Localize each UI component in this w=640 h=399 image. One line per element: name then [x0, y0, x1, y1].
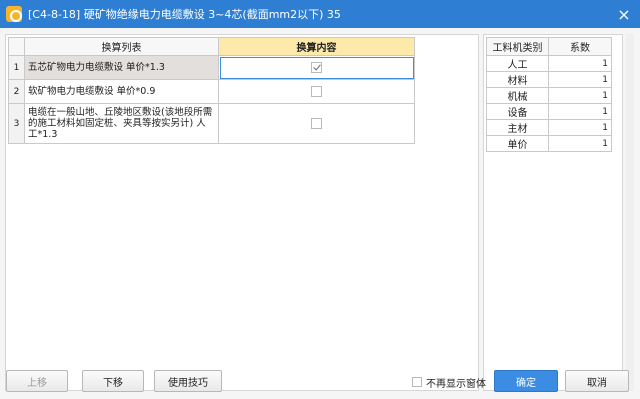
- conversion-checkbox-cell[interactable]: [218, 79, 415, 104]
- table-row[interactable]: 2 软矿物电力电缆敷设 单价*0.9: [8, 79, 415, 104]
- app-logo-icon: [6, 6, 22, 22]
- vertical-scrollbar[interactable]: [626, 34, 634, 391]
- move-up-button[interactable]: 上移: [6, 370, 68, 392]
- conversion-checkbox[interactable]: [311, 117, 322, 129]
- dont-show-checkbox[interactable]: [412, 377, 422, 387]
- coefficient-header: 系数: [548, 37, 612, 56]
- coefficient-value[interactable]: 1: [548, 103, 612, 120]
- usage-tips-button[interactable]: 使用技巧: [154, 370, 222, 392]
- dont-show-option[interactable]: 不再显示窗体: [412, 375, 486, 390]
- conversion-description: 软矿物电力电缆敷设 单价*0.9: [24, 79, 219, 104]
- conversion-description: 电缆在一般山地、丘陵地区敷设(该地段所需的施工材料如固定桩、夹具等按实另计) 人…: [24, 103, 219, 144]
- conversion-checkbox[interactable]: [311, 85, 322, 97]
- conversion-table: 换算列表 换算内容 1 五芯矿物电力电缆敷设 单价*1.3 2 软矿物电力电缆敷…: [8, 37, 415, 144]
- coefficient-panel: 工料机类别 系数 人工 1 材料 1 机械 1 设备 1 主材 1 单价 1: [483, 34, 623, 391]
- table-row: 单价 1: [486, 135, 612, 152]
- coefficient-value[interactable]: 1: [548, 119, 612, 136]
- dialog-body: 换算列表 换算内容 1 五芯矿物电力电缆敷设 单价*1.3 2 软矿物电力电缆敷…: [0, 28, 640, 399]
- coefficient-value[interactable]: 1: [548, 71, 612, 88]
- dont-show-label: 不再显示窗体: [426, 378, 486, 390]
- table-row[interactable]: 1 五芯矿物电力电缆敷设 单价*1.3: [8, 55, 415, 80]
- category-cell: 主材: [486, 119, 549, 136]
- conversion-checkbox-cell[interactable]: [218, 103, 415, 144]
- coefficient-value[interactable]: 1: [548, 135, 612, 152]
- category-cell: 设备: [486, 103, 549, 120]
- table-row: 材料 1: [486, 71, 612, 88]
- category-cell: 人工: [486, 55, 549, 72]
- coefficient-value[interactable]: 1: [548, 87, 612, 104]
- table-row: 人工 1: [486, 55, 612, 72]
- conversion-list-header: 换算列表: [24, 37, 219, 56]
- category-cell: 单价: [486, 135, 549, 152]
- coefficient-value[interactable]: 1: [548, 55, 612, 72]
- conversion-panel: 换算列表 换算内容 1 五芯矿物电力电缆敷设 单价*1.3 2 软矿物电力电缆敷…: [5, 34, 479, 391]
- table-row: 主材 1: [486, 119, 612, 136]
- conversion-description: 五芯矿物电力电缆敷设 单价*1.3: [24, 55, 219, 80]
- category-cell: 机械: [486, 87, 549, 104]
- move-down-button[interactable]: 下移: [82, 370, 144, 392]
- cancel-button[interactable]: 取消: [565, 370, 629, 392]
- title-bar: [C4-8-18] 硬矿物绝缘电力电缆敷设 3~4芯(截面mm2以下) 35 ×: [0, 0, 640, 28]
- row-number: 2: [8, 79, 25, 104]
- conversion-content-header: 换算内容: [218, 37, 415, 56]
- category-cell: 材料: [486, 71, 549, 88]
- row-number-header: [8, 37, 25, 56]
- coefficient-table: 工料机类别 系数 人工 1 材料 1 机械 1 设备 1 主材 1 单价 1: [486, 37, 612, 152]
- conversion-checkbox-cell[interactable]: [218, 55, 415, 80]
- table-row: 机械 1: [486, 87, 612, 104]
- row-number: 1: [8, 55, 25, 80]
- table-row: 设备 1: [486, 103, 612, 120]
- category-header: 工料机类别: [486, 37, 549, 56]
- conversion-checkbox[interactable]: [311, 61, 322, 73]
- row-number: 3: [8, 103, 25, 144]
- window-title: [C4-8-18] 硬矿物绝缘电力电缆敷设 3~4芯(截面mm2以下) 35: [28, 8, 341, 21]
- ok-button[interactable]: 确定: [494, 370, 558, 392]
- close-icon[interactable]: ×: [610, 0, 638, 28]
- table-row[interactable]: 3 电缆在一般山地、丘陵地区敷设(该地段所需的施工材料如固定桩、夹具等按实另计)…: [8, 103, 415, 144]
